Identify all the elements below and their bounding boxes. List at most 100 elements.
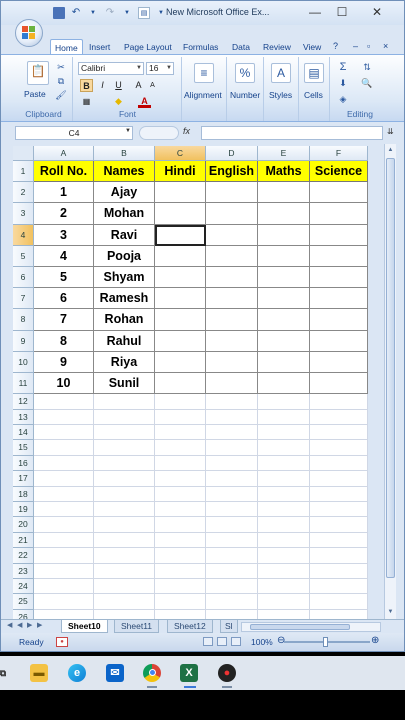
table-row-cell[interactable] [258, 245, 310, 267]
roll-no-cell[interactable]: 4 [34, 245, 94, 267]
empty-cell[interactable] [206, 594, 258, 610]
empty-cell[interactable] [258, 440, 310, 456]
table-row-cell[interactable] [206, 330, 258, 352]
column-header-e[interactable]: E [258, 146, 310, 161]
roll-no-cell[interactable]: 5 [34, 267, 94, 289]
excel-icon[interactable]: X [180, 664, 198, 682]
styles-icon[interactable]: A [271, 63, 291, 83]
row-header-4[interactable]: 4 [13, 224, 34, 246]
find-select-icon[interactable]: 🔍 [361, 77, 373, 89]
ribbon-close-icon[interactable]: × [383, 39, 388, 54]
empty-cell[interactable] [94, 394, 155, 410]
empty-cell[interactable] [258, 409, 310, 425]
table-row-cell[interactable] [206, 267, 258, 289]
empty-cell[interactable] [258, 563, 310, 579]
table-header-cell[interactable]: English [206, 161, 258, 183]
italic-button[interactable]: I [96, 79, 109, 92]
name-cell[interactable]: Mohan [94, 203, 155, 225]
table-row-cell[interactable] [155, 245, 206, 267]
empty-cell[interactable] [258, 517, 310, 533]
table-row-cell[interactable] [206, 351, 258, 373]
scroll-up-icon[interactable]: ▲ [385, 144, 396, 156]
paste-button[interactable]: Paste [24, 89, 46, 99]
roll-no-cell[interactable]: 10 [34, 373, 94, 395]
font-color-icon[interactable]: A [138, 95, 151, 108]
paste-icon[interactable]: 📋 [27, 61, 49, 85]
name-cell[interactable]: Riya [94, 351, 155, 373]
sheet-tab-sheet11[interactable]: Sheet11 [114, 620, 160, 633]
empty-cell[interactable] [310, 532, 368, 549]
table-row-cell[interactable] [310, 267, 368, 289]
empty-cell[interactable] [206, 440, 258, 456]
table-row-cell[interactable] [155, 309, 206, 331]
roll-no-cell[interactable]: 9 [34, 351, 94, 373]
cut-icon[interactable]: ✂ [55, 61, 67, 73]
table-header-cell[interactable]: Names [94, 161, 155, 183]
empty-cell[interactable] [94, 486, 155, 502]
empty-cell[interactable] [310, 425, 368, 441]
empty-cell[interactable] [34, 532, 94, 549]
table-header-cell[interactable]: Hindi [155, 161, 206, 183]
table-row-cell[interactable] [258, 182, 310, 204]
empty-cell[interactable] [155, 440, 206, 456]
name-cell[interactable]: Rohan [94, 309, 155, 331]
empty-cell[interactable] [34, 579, 94, 595]
roll-no-cell[interactable]: 7 [34, 309, 94, 331]
row-header-15[interactable]: 15 [13, 440, 34, 456]
table-row-cell[interactable] [310, 182, 368, 204]
name-cell[interactable]: Sunil [94, 373, 155, 395]
table-row-cell[interactable] [258, 351, 310, 373]
fill-color-icon[interactable]: ◆ [112, 95, 125, 108]
row-header-5[interactable]: 5 [13, 245, 34, 267]
row-header-6[interactable]: 6 [13, 267, 34, 289]
underline-button[interactable]: U [112, 79, 125, 92]
name-cell[interactable]: Ravi [94, 224, 155, 246]
empty-cell[interactable] [206, 548, 258, 564]
empty-cell[interactable] [310, 409, 368, 425]
autosum-icon[interactable]: Σ [337, 61, 349, 73]
table-row-cell[interactable] [155, 203, 206, 225]
sort-filter-icon[interactable]: ⇅ [361, 61, 373, 73]
empty-cell[interactable] [155, 532, 206, 549]
empty-cell[interactable] [258, 425, 310, 441]
table-row-cell[interactable] [155, 351, 206, 373]
empty-cell[interactable] [258, 455, 310, 472]
app-icon[interactable]: ● [218, 664, 236, 682]
column-header-b[interactable]: B [94, 146, 155, 161]
empty-cell[interactable] [155, 594, 206, 610]
scroll-down-icon[interactable]: ▼ [385, 606, 396, 618]
empty-cell[interactable] [310, 440, 368, 456]
empty-cell[interactable] [34, 409, 94, 425]
prev-sheet-icon[interactable]: ◀ [17, 621, 22, 629]
table-row-cell[interactable] [258, 309, 310, 331]
page-break-view-icon[interactable] [231, 637, 241, 646]
empty-cell[interactable] [206, 563, 258, 579]
table-row-cell[interactable] [310, 309, 368, 331]
table-row-cell[interactable] [206, 373, 258, 395]
table-row-cell[interactable] [310, 288, 368, 310]
select-all-corner[interactable] [13, 146, 34, 161]
table-row-cell[interactable] [258, 224, 310, 246]
active-cell[interactable] [155, 224, 206, 246]
table-row-cell[interactable] [310, 245, 368, 267]
table-row-cell[interactable] [155, 330, 206, 352]
tab-formulas[interactable]: Formulas [179, 39, 222, 55]
table-row-cell[interactable] [155, 373, 206, 395]
row-header-8[interactable]: 8 [13, 309, 34, 331]
empty-cell[interactable] [310, 563, 368, 579]
empty-cell[interactable] [206, 532, 258, 549]
explorer-icon[interactable]: ▬ [30, 664, 48, 682]
empty-cell[interactable] [206, 394, 258, 410]
font-name-combo[interactable]: Calibri ▼ [78, 62, 144, 75]
undo-icon[interactable]: ↶ [70, 7, 82, 19]
empty-cell[interactable] [258, 486, 310, 502]
empty-cell[interactable] [34, 394, 94, 410]
table-row-cell[interactable] [310, 330, 368, 352]
name-cell[interactable]: Pooja [94, 245, 155, 267]
empty-cell[interactable] [94, 425, 155, 441]
zoom-level[interactable]: 100% [251, 637, 273, 647]
close-button[interactable]: ✕ [365, 4, 389, 20]
table-row-cell[interactable] [310, 203, 368, 225]
row-header-18[interactable]: 18 [13, 486, 34, 502]
last-sheet-icon[interactable]: ▶ [37, 621, 42, 629]
